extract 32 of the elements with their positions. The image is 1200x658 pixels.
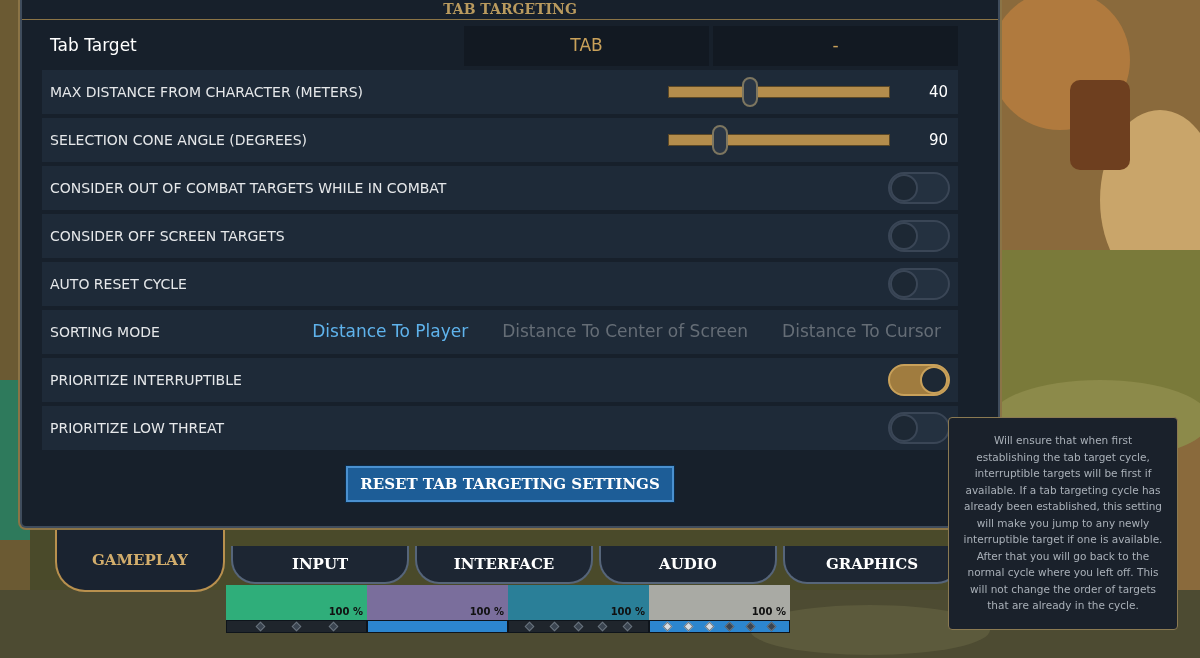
meter-reading: 100 % [751,605,786,619]
slider-thumb[interactable] [742,77,759,107]
toggle-switch[interactable] [888,364,950,396]
setting-label: PRIORITIZE LOW THREAT [50,418,226,438]
setting-label: CONSIDER OUT OF COMBAT TARGETS WHILE IN COMBAT [50,178,448,198]
setting-label: SORTING MODE [50,322,161,342]
slider-value: 90 [927,129,949,151]
slider-thumb[interactable] [711,125,728,155]
toggle-switch[interactable] [888,220,950,252]
sort-option[interactable]: Distance To Player [295,319,486,345]
toggle-switch[interactable] [888,412,950,444]
category-tab[interactable]: GAMEPLAY [55,530,225,592]
keybind-button[interactable]: - [713,26,958,66]
toggle-switch[interactable] [888,172,950,204]
category-tab[interactable]: AUDIO [599,546,777,584]
setting-label: PRIORITIZE INTERRUPTIBLE [50,370,243,390]
reset-button[interactable]: RESET TAB TARGETING SETTINGS [346,466,674,502]
category-tab[interactable]: INPUT [231,546,409,584]
setting-label: CONSIDER OFF SCREEN TARGETS [50,226,286,246]
meter-reading: 100 % [610,605,645,619]
tooltip: Will ensure that when first establishing the tab target cycle, interruptible targets will be first if available. If a tab targeting cycle has already been established, this setting will make you jump to any newly interruptible target if one is available. After that you will go back to the normal cycle where you left off. This will not change the order of targets that are already in the cycle. [948,417,1178,630]
meter-reading: 100 % [328,605,363,619]
toggle-switch[interactable] [888,268,950,300]
setting-label: SELECTION CONE ANGLE (DEGREES) [50,130,309,150]
setting-label: MAX DISTANCE FROM CHARACTER (METERS) [50,82,364,102]
setting-label: AUTO RESET CYCLE [50,274,188,294]
meter-reading: 100 % [469,605,504,619]
slider-value: 40 [927,81,949,103]
panel-title: TAB TARGETING [443,0,577,19]
setting-label: Tab Target [50,34,138,58]
category-tab[interactable]: INTERFACE [415,546,593,584]
keybind-button[interactable]: TAB [464,26,709,66]
